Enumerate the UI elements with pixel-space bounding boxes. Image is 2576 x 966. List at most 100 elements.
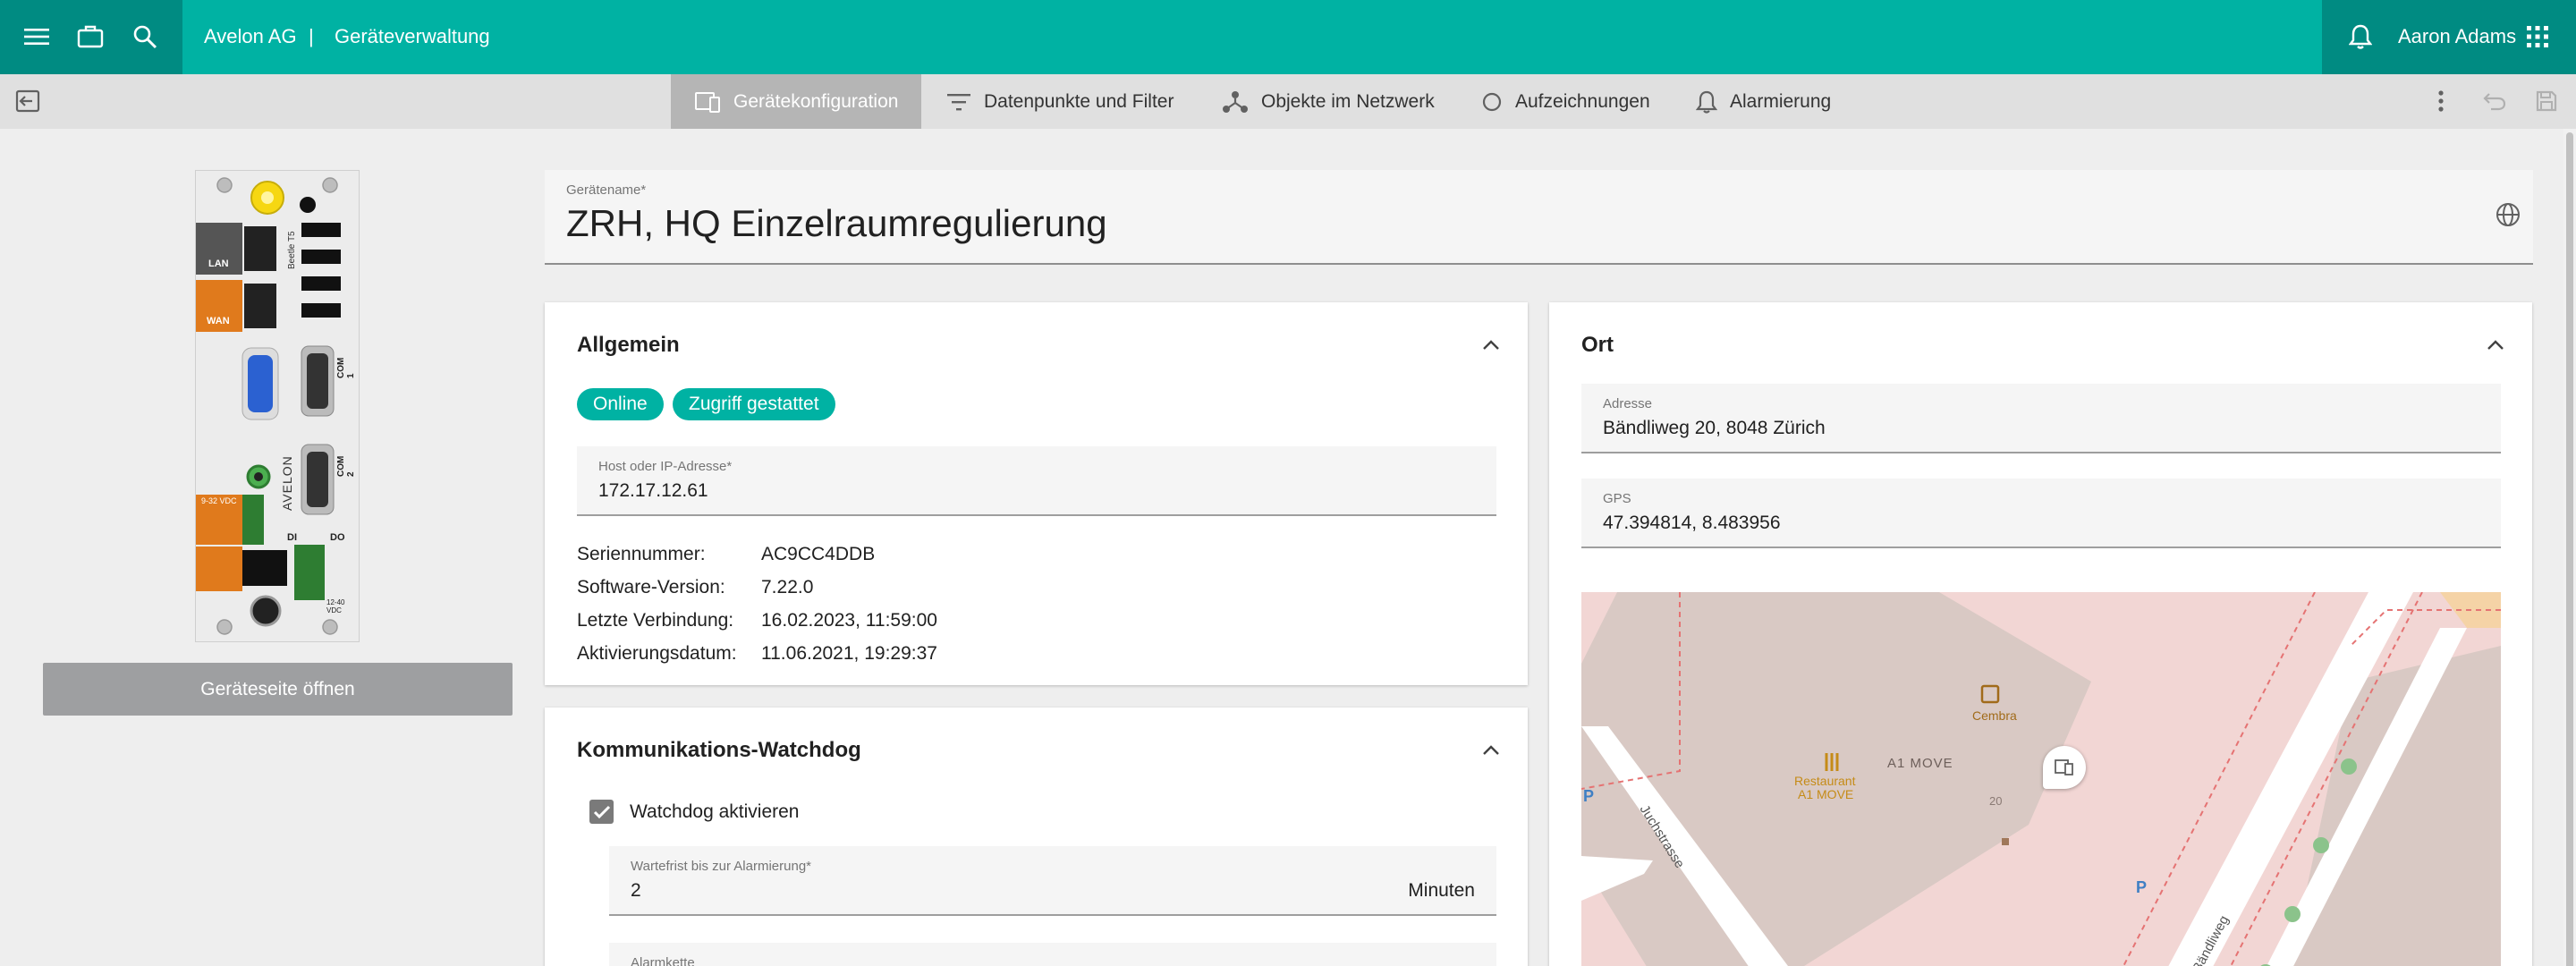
host-ip-field[interactable]: Host oder IP-Adresse* 172.17.12.61 [577,446,1496,516]
brand-label: AVELON [280,455,294,511]
tab-alarmierung[interactable]: Alarmierung [1673,74,1854,129]
tab-label: Objekte im Netzwerk [1261,90,1435,112]
top-app-bar: Avelon AG | Geräteverwaltung Aaron Adams [0,0,2576,74]
checkmark-icon [593,805,610,818]
chevron-up-icon[interactable] [1479,333,1504,358]
gps-value[interactable]: 47.394814, 8.483956 [1603,513,1781,534]
port-label-do: DO [330,532,345,543]
port-label-com2: COM 2 [336,455,356,477]
general-card: Allgemein Online Zugriff gestattet Host … [545,302,1528,685]
tab-label: Gerätekonfiguration [733,90,899,112]
address-label: Adresse [1603,396,1653,411]
page-scrollbar[interactable] [2563,129,2576,966]
undo-icon[interactable] [2478,84,2512,118]
detail-value: AC9CC4DDB [761,544,876,564]
host-ip-label: Host oder IP-Adresse* [598,459,733,474]
address-field[interactable]: Adresse Bändliweg 20, 8048 Zürich [1581,384,2501,453]
map-label-building: A1 MOVE [1887,756,1953,771]
device-marker-icon [2055,759,2073,775]
tab-geraetekonfiguration[interactable]: Gerätekonfiguration [671,74,922,129]
general-card-title: Allgemein [577,333,680,357]
tab-aufzeichnungen[interactable]: Aufzeichnungen [1458,74,1674,129]
location-card: Ort Adresse Bändliweg 20, 8048 Zürich GP… [1549,302,2532,966]
bell-icon[interactable] [2343,20,2377,54]
gps-field[interactable]: GPS 47.394814, 8.483956 [1581,479,2501,548]
alarm-delay-field[interactable]: Wartefrist bis zur Alarmierung* 2 Minute… [609,846,1496,916]
map-label-cembra: Cembra [1972,708,2017,723]
device-name-value[interactable]: ZRH, HQ Einzelraumregulierung [566,202,1107,245]
alarm-chain-field[interactable]: Alarmkette [609,943,1496,966]
device-name-label: Gerätename* [566,182,647,198]
detail-key: Aktivierungsdatum: [577,643,737,664]
address-value[interactable]: Bändliweg 20, 8048 Zürich [1603,418,1826,439]
alarm-delay-unit: Minuten [1408,880,1475,901]
status-badge-access: Zugriff gestattet [673,388,835,420]
alarm-chain-label: Alarmkette [631,955,695,966]
tab-label: Datenpunkte und Filter [984,90,1174,112]
port-label-wan: WAN [207,316,230,326]
detail-row: Software-Version: 7.22.0 [577,577,813,598]
section-title[interactable]: Geräteverwaltung [335,25,490,48]
chevron-up-icon[interactable] [2483,333,2508,358]
power-label: 9-32 VDC [201,496,237,505]
map-tiles: P P [1581,592,2501,966]
map-label-restaurant-name: A1 MOVE [1798,787,1854,801]
port-label-lan: LAN [208,258,229,269]
tab-bar: Gerätekonfiguration Datenpunkte und Filt… [0,74,2576,129]
watchdog-card-title: Kommunikations-Watchdog [577,738,861,762]
exit-icon[interactable] [11,84,45,118]
host-ip-value[interactable]: 172.17.12.61 [598,480,708,502]
detail-key: Seriennummer: [577,544,706,564]
svg-text:P: P [1583,787,1594,805]
location-map[interactable]: P P Cembra Restaurant A1 MOVE A1 MOVE 20… [1581,592,2501,966]
device-name-field[interactable]: Gerätename* ZRH, HQ Einzelraumregulierun… [545,170,2533,265]
detail-row: Aktivierungsdatum: 11.06.2021, 19:29:37 [577,643,937,665]
port-label-com1: COM 1 [336,357,356,378]
device-config-icon [695,91,720,113]
status-badge-online: Online [577,388,664,420]
chevron-up-icon[interactable] [1479,738,1504,763]
alarm-delay-label: Wartefrist bis zur Alarmierung* [631,859,812,874]
port-label-di: DI [287,532,297,543]
detail-value: 11.06.2021, 19:29:37 [761,643,937,664]
detail-value: 16.02.2023, 11:59:00 [761,610,937,631]
company-name[interactable]: Avelon AG [204,25,297,48]
filter-icon [947,93,970,110]
search-icon[interactable] [128,20,162,54]
device-image: LAN WAN COM 1 COM 2 AVELON Beetle T5 DI … [195,170,360,642]
apps-grid-icon[interactable] [2521,20,2555,54]
more-vert-icon[interactable] [2424,84,2458,118]
briefcase-icon[interactable] [73,20,107,54]
user-name[interactable]: Aaron Adams [2398,25,2516,48]
detail-row: Letzte Verbindung: 16.02.2023, 11:59:00 [577,610,937,631]
bell-icon [1696,90,1717,114]
menu-icon[interactable] [20,20,54,54]
map-label-house-number: 20 [1989,794,2003,808]
alarm-delay-value[interactable]: 2 [631,880,641,902]
watchdog-checkbox-label[interactable]: Watchdog aktivieren [630,801,799,823]
detail-value: 7.22.0 [761,577,814,597]
tab-label: Alarmierung [1730,90,1832,112]
tab-objekte-im-netzwerk[interactable]: Objekte im Netzwerk [1199,74,1458,129]
detail-row: Seriennummer: AC9CC4DDB [577,544,875,565]
power-out-label: 12-40 VDC [326,598,345,614]
model-label: Beetle T5 [287,231,297,269]
detail-key: Software-Version: [577,577,725,597]
location-card-title: Ort [1581,333,1614,357]
globe-icon[interactable] [2496,202,2521,232]
watchdog-checkbox[interactable] [589,800,614,824]
open-device-page-button[interactable]: Geräteseite öffnen [43,663,513,716]
map-label-restaurant: Restaurant [1794,774,1856,788]
map-marker[interactable] [2043,746,2086,789]
tab-datenpunkte-und-filter[interactable]: Datenpunkte und Filter [923,74,1197,129]
watchdog-card: Kommunikations-Watchdog Watchdog aktivie… [545,708,1528,966]
svg-text:P: P [2136,878,2147,896]
breadcrumb-separator: | [309,25,314,47]
network-icon [1223,90,1248,113]
circle-icon [1482,92,1502,111]
tab-label: Aufzeichnungen [1515,90,1650,112]
detail-key: Letzte Verbindung: [577,610,734,631]
save-icon[interactable] [2529,84,2563,118]
scrollbar-thumb[interactable] [2566,132,2573,966]
gps-label: GPS [1603,491,1631,506]
